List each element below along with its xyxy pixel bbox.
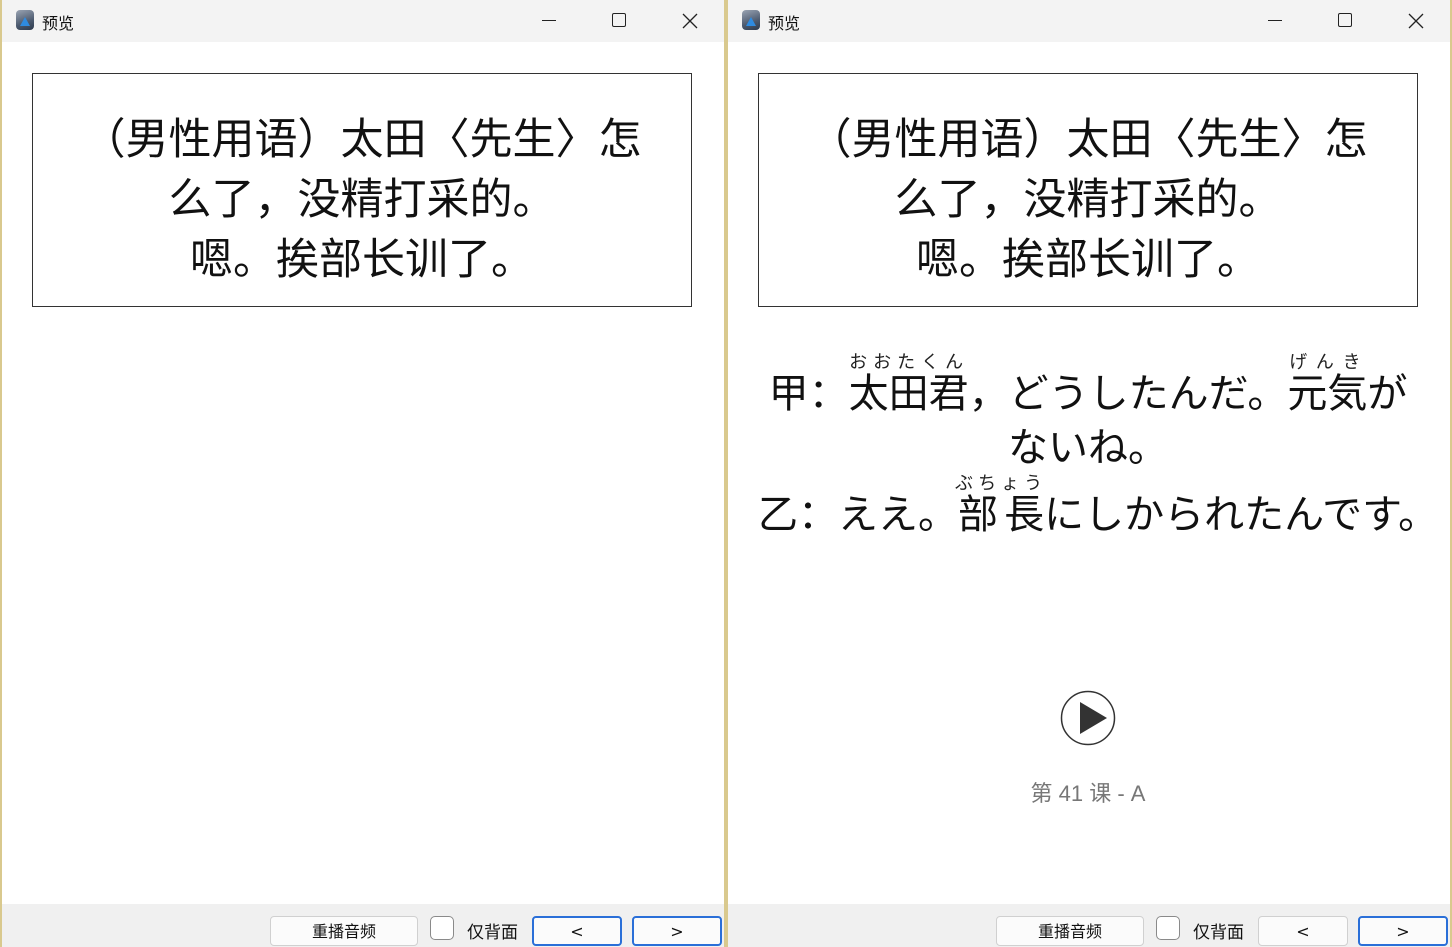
maximize-button[interactable]: [596, 0, 642, 42]
back-card-text: 甲：太田君おおたくん，どうしたんだ。元気げんきが ないね。 乙：ええ。部長ぶちょ…: [758, 352, 1438, 540]
prev-button[interactable]: <: [532, 916, 622, 946]
bottom-toolbar: 重播音频 仅背面 < >: [2, 904, 724, 947]
close-button[interactable]: [1392, 0, 1438, 42]
title-bar[interactable]: 预览: [728, 0, 1450, 42]
bottom-toolbar: 重播音频 仅背面 < >: [728, 904, 1450, 947]
close-icon: [1408, 13, 1424, 29]
front-card: （男性用语）太田〈先生〉怎 么了，没精打采的。 嗯。挨部长训了。: [758, 73, 1418, 307]
line-text: にしかられたんです。: [1044, 492, 1439, 538]
dialogue-line-a: 甲：太田君おおたくん，どうしたんだ。元気げんきが: [758, 352, 1418, 419]
dialogue-line-a-cont: ないね。: [1008, 425, 1168, 471]
prev-button[interactable]: <: [1258, 916, 1348, 946]
line-text: ，どうしたんだ。: [968, 371, 1288, 417]
close-button[interactable]: [666, 0, 712, 42]
next-button[interactable]: >: [1358, 916, 1448, 946]
window-title: 预览: [768, 14, 801, 33]
front-text: （男性用语）太田〈先生〉怎 么了，没精打采的。 嗯。挨部长训了。: [82, 115, 642, 285]
maximize-button[interactable]: [1322, 0, 1368, 42]
minimize-button[interactable]: [1252, 0, 1298, 42]
app-icon: [742, 10, 760, 30]
preview-window-back: 预览 （男性用语）太田〈先生〉怎 么了，没精打采的。 嗯。挨部长训了。 甲：太田…: [728, 0, 1450, 947]
window-title: 预览: [42, 14, 75, 33]
line-text: が: [1367, 371, 1408, 417]
back-only-checkbox[interactable]: [430, 916, 454, 940]
replay-audio-button[interactable]: 重播音频: [996, 916, 1144, 946]
app-icon: [16, 10, 34, 30]
ruby-word: 部長ぶちょう: [954, 473, 1048, 538]
back-only-label: 仅背面: [1193, 923, 1244, 943]
ruby-word: 太田君おおたくん: [848, 352, 969, 417]
replay-audio-button[interactable]: 重播音频: [270, 916, 418, 946]
title-bar[interactable]: 预览: [2, 0, 724, 42]
play-audio-button[interactable]: [1060, 690, 1116, 746]
front-card: （男性用语）太田〈先生〉怎 么了，没精打采的。 嗯。挨部长训了。: [32, 73, 692, 307]
close-icon: [682, 13, 698, 29]
minimize-button[interactable]: [526, 0, 572, 42]
speaker-b-label: 乙：ええ。: [758, 492, 958, 538]
front-text: （男性用语）太田〈先生〉怎 么了，没精打采的。 嗯。挨部长训了。: [808, 115, 1368, 285]
preview-window-front: 预览 （男性用语）太田〈先生〉怎 么了，没精打采的。 嗯。挨部长训了。 重播音频…: [2, 0, 724, 947]
play-circle-icon: [1060, 690, 1116, 746]
dialogue-line-b: 乙：ええ。部長ぶちょうにしかられたんです。: [758, 473, 1438, 540]
speaker-a-label: 甲：: [768, 371, 849, 417]
back-only-checkbox[interactable]: [1156, 916, 1180, 940]
back-only-label: 仅背面: [467, 923, 518, 943]
lesson-label: 第 41 课 - A: [1030, 781, 1146, 806]
ruby-word: 元気げんき: [1287, 352, 1368, 417]
next-button[interactable]: >: [632, 916, 722, 946]
